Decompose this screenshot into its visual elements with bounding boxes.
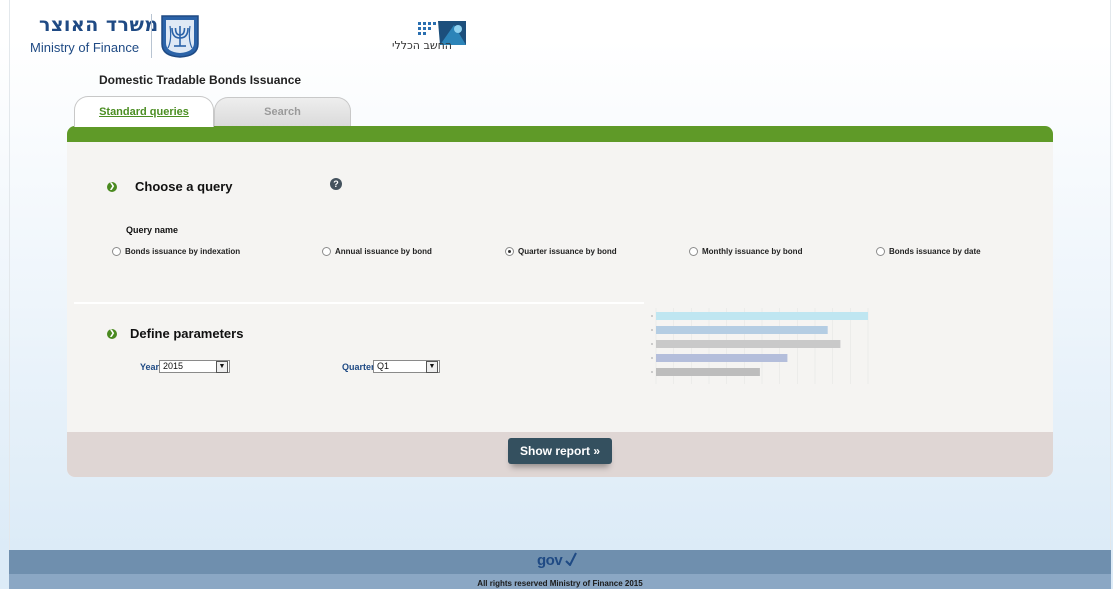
accountant-general-logo[interactable]: החשב הכללי (392, 19, 470, 55)
panel-green-header (67, 126, 1053, 142)
quarter-select[interactable]: Q1 ▼ (373, 360, 440, 373)
tab-search-label: Search (264, 106, 301, 118)
gov-logo[interactable]: gov (537, 552, 563, 569)
quarter-value: Q1 (377, 361, 390, 371)
accountant-general-name: החשב הכללי (392, 39, 452, 52)
ministry-hebrew-name: משרד האוצר (39, 14, 159, 36)
chart-tick (651, 343, 653, 345)
tab-standard-queries[interactable]: Standard queries (74, 96, 214, 127)
query-name-label: Query name (126, 225, 179, 235)
chart-tick (651, 371, 653, 373)
radio-bonds-issuance-by-date[interactable]: Bonds issuance by date (876, 247, 981, 256)
query-panel: ❯ Choose a query ? Query name Bonds issu… (67, 126, 1053, 477)
radio-label: Annual issuance by bond (335, 247, 432, 256)
chart-bar (656, 326, 828, 334)
radio-monthly-issuance-by-bond[interactable]: Monthly issuance by bond (689, 247, 802, 256)
quarter-label: Quarter (342, 362, 375, 372)
year-value: 2015 (163, 361, 184, 371)
radio-circle[interactable] (112, 247, 121, 256)
copyright-text: All rights reserved Ministry of Finance … (477, 579, 643, 588)
radio-circle[interactable] (689, 247, 698, 256)
chart-bar (656, 340, 841, 348)
chart-tick (651, 315, 653, 317)
year-label: Year (140, 362, 160, 372)
page-title: Domestic Tradable Bonds Issuance (99, 73, 302, 87)
chevron-down-icon[interactable]: ▼ (426, 361, 438, 373)
page-footer: gov All rights reserved Ministry of Fina… (9, 550, 1111, 589)
section-divider (74, 302, 644, 304)
chart-bar (656, 312, 868, 320)
checkmark-icon (565, 552, 577, 566)
tab-standard-queries-label: Standard queries (99, 106, 189, 118)
radio-label: Monthly issuance by bond (702, 247, 803, 256)
chart-tick (651, 357, 653, 359)
radio-circle[interactable] (322, 247, 331, 256)
radio-label: Quarter issuance by bond (518, 247, 617, 256)
chart-tick (651, 329, 653, 331)
logo-divider (151, 14, 152, 58)
define-parameters-title: Define parameters (130, 326, 244, 341)
radio-quarter-issuance-by-bond[interactable]: Quarter issuance by bond (505, 247, 617, 256)
radio-annual-issuance-by-bond[interactable]: Annual issuance by bond (322, 247, 432, 256)
chevron-right-icon: ❯ (107, 181, 117, 192)
radio-circle-selected[interactable] (505, 247, 514, 256)
year-select[interactable]: 2015 ▼ (159, 360, 230, 373)
radio-label: Bonds issuance by date (889, 247, 981, 256)
tab-search[interactable]: Search (214, 97, 351, 128)
radio-circle[interactable] (876, 247, 885, 256)
chart-bar (656, 354, 788, 362)
state-emblem-icon (161, 15, 199, 58)
show-report-button[interactable]: Show report » (508, 438, 612, 464)
radio-bonds-issuance-by-indexation[interactable]: Bonds issuance by indexation (112, 247, 240, 256)
define-parameters-heading: ❯ Define parameters (107, 326, 243, 341)
decorative-bar-chart (651, 308, 869, 384)
choose-query-heading: ❯ Choose a query (107, 179, 233, 194)
chevron-right-icon: ❯ (107, 328, 117, 339)
help-icon[interactable]: ? (330, 178, 342, 190)
chevron-down-icon[interactable]: ▼ (216, 361, 228, 373)
radio-label: Bonds issuance by indexation (125, 247, 241, 256)
ministry-english-name: Ministry of Finance (30, 40, 140, 55)
chart-bar (656, 368, 760, 376)
choose-query-title: Choose a query (135, 179, 233, 194)
